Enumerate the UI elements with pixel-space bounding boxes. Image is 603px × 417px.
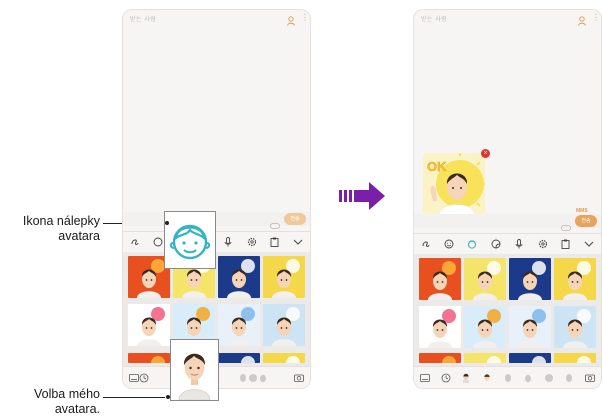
recent-icon[interactable] xyxy=(139,373,149,383)
avatar-sticker-icon[interactable] xyxy=(466,238,478,250)
camera-icon[interactable] xyxy=(585,373,595,383)
delete-attachment-button[interactable]: × xyxy=(481,149,490,158)
callout-my-avatar-line1: Volba mého xyxy=(33,387,100,401)
avatar-sticker[interactable] xyxy=(419,353,461,364)
avatar-face-icon[interactable] xyxy=(503,373,513,383)
more-vertical-icon[interactable]: ⋮ xyxy=(301,13,309,23)
keyboard-icon[interactable] xyxy=(129,373,139,383)
avatar-sticker[interactable] xyxy=(218,256,260,298)
avatar-sticker[interactable] xyxy=(128,352,170,363)
avatar-sticker[interactable] xyxy=(218,304,260,347)
my-avatar-icon[interactable] xyxy=(461,373,471,383)
paperclip-icon[interactable] xyxy=(270,216,280,229)
avatar-sticker[interactable] xyxy=(419,305,461,348)
avatar-sticker[interactable] xyxy=(509,258,551,300)
avatar-sticker[interactable] xyxy=(128,304,170,347)
sticker-icon[interactable] xyxy=(490,238,502,250)
microphone-icon[interactable] xyxy=(513,238,525,250)
compose-bar[interactable]: 전송 xyxy=(123,212,310,229)
callout-sticker-icon: Ikona nálepky avatara xyxy=(2,214,100,244)
avatar-sticker-icon-zoom[interactable] xyxy=(164,211,216,269)
callout-sticker-icon-line2: avatara xyxy=(58,229,100,243)
avatar-sticker[interactable] xyxy=(509,305,551,348)
callout-sticker-icon-line1: Ikona nálepky xyxy=(22,214,100,228)
sticker-grid xyxy=(414,254,601,366)
avatar-sticker[interactable] xyxy=(464,258,506,300)
callout-my-avatar-leader xyxy=(103,397,165,398)
avatar-sticker[interactable] xyxy=(263,256,305,298)
avatar-sticker[interactable] xyxy=(554,258,596,300)
paperclip-icon[interactable] xyxy=(561,218,571,231)
chevron-down-icon[interactable] xyxy=(583,238,595,250)
callout-sticker-icon-dot xyxy=(165,221,169,225)
contact-icon[interactable] xyxy=(287,13,295,26)
keyboard-toolbar xyxy=(414,233,601,253)
attached-sticker-preview[interactable]: OK xyxy=(423,153,485,215)
handwriting-icon[interactable] xyxy=(420,238,432,250)
send-button[interactable]: 전송 xyxy=(575,215,597,227)
camera-icon[interactable] xyxy=(294,373,304,383)
emoji-icon[interactable] xyxy=(152,236,164,248)
phone-after: 받는 사람 ⋮ OK × MMS 전송 xyxy=(414,10,601,388)
recipient-field[interactable]: 받는 사람 xyxy=(421,14,447,23)
phone-before: 받는 사람 ⋮ 전송 xyxy=(123,10,310,388)
avatar-face-icon[interactable] xyxy=(238,373,248,383)
chevron-down-icon[interactable] xyxy=(292,236,304,248)
handwriting-icon[interactable] xyxy=(129,236,141,248)
microphone-icon[interactable] xyxy=(222,236,234,248)
recent-icon[interactable] xyxy=(441,373,451,383)
sticker-category-bar xyxy=(414,366,601,388)
clipboard-icon[interactable] xyxy=(560,238,572,250)
settings-icon[interactable] xyxy=(246,236,258,248)
message-header: 받는 사람 ⋮ xyxy=(123,10,310,26)
callout-my-avatar-line2: avatara. xyxy=(54,402,100,416)
avatar-sticker[interactable] xyxy=(263,352,305,363)
avatar-sticker[interactable] xyxy=(263,304,305,347)
contact-icon[interactable] xyxy=(578,13,586,26)
avatar-face-icon[interactable] xyxy=(544,373,554,383)
avatar-face-icon[interactable] xyxy=(258,373,268,383)
callout-my-avatar: Volba mého avatara. xyxy=(2,387,100,417)
avatar-sticker[interactable] xyxy=(464,353,506,364)
message-header: 받는 사람 ⋮ xyxy=(414,10,601,26)
send-button[interactable]: 전송 xyxy=(284,213,306,225)
keyboard-toolbar xyxy=(123,231,310,251)
settings-icon[interactable] xyxy=(537,238,549,250)
my-avatar-icon xyxy=(171,340,218,401)
more-vertical-icon[interactable]: ⋮ xyxy=(592,13,600,23)
avatar-sticker[interactable] xyxy=(464,305,506,348)
avatar-sticker[interactable] xyxy=(554,353,596,364)
avatar-sticker-icon xyxy=(169,224,211,260)
avatar-sticker[interactable] xyxy=(218,352,260,363)
transition-arrow-icon xyxy=(339,182,385,210)
avatar-face-icon[interactable] xyxy=(564,373,574,383)
my-avatar-zoom[interactable] xyxy=(170,339,219,401)
svg-text:OK: OK xyxy=(427,159,447,174)
callout-my-avatar-dot xyxy=(166,395,170,399)
avatar-face-icon[interactable] xyxy=(248,373,258,383)
avatar-sticker[interactable] xyxy=(419,258,461,300)
compose-bar[interactable]: 전송 xyxy=(414,214,601,231)
clipboard-icon[interactable] xyxy=(269,236,281,248)
avatar-face-icon[interactable] xyxy=(482,373,492,383)
avatar-sticker[interactable] xyxy=(554,305,596,348)
recipient-field[interactable]: 받는 사람 xyxy=(130,14,156,23)
avatar-sticker[interactable] xyxy=(509,353,551,364)
keyboard-icon[interactable] xyxy=(420,373,430,383)
avatar-face-icon[interactable] xyxy=(523,373,533,383)
emoji-icon[interactable] xyxy=(443,238,455,250)
